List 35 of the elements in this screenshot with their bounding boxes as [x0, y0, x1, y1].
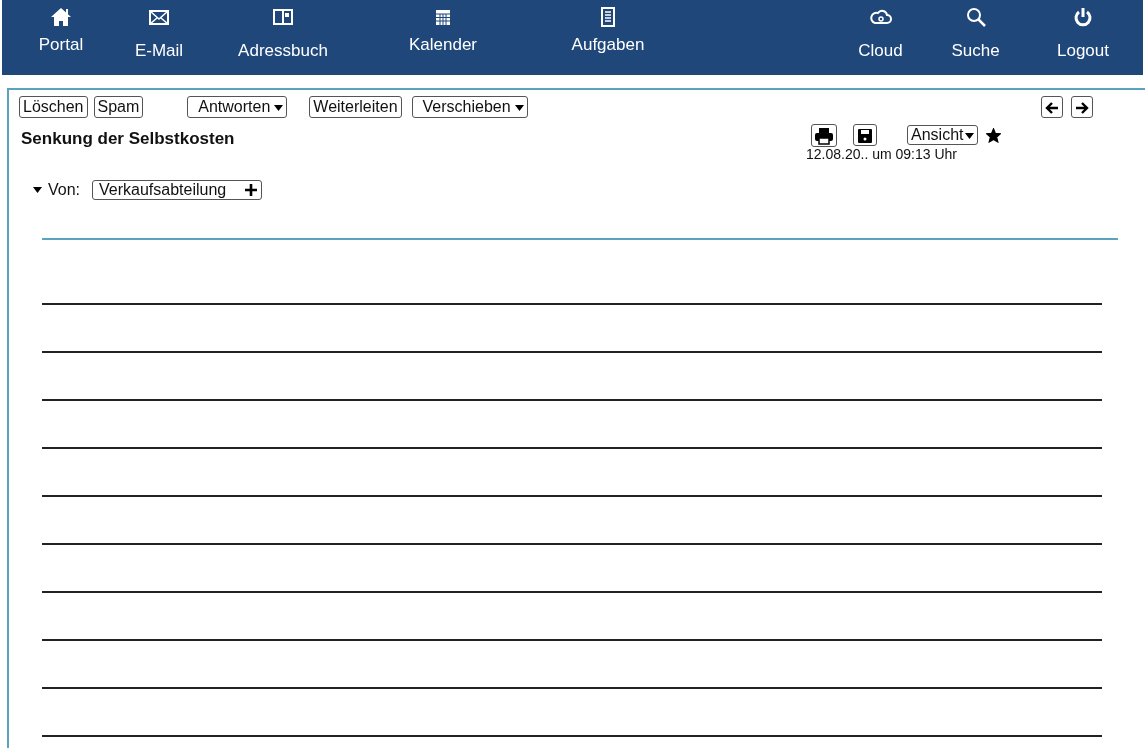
nav-link[interactable]: E-Mail [120, 0, 198, 75]
toolbar-button[interactable]: Weiterleiten [309, 96, 402, 118]
from-label: Von: [48, 179, 81, 200]
sender-button[interactable]: Verkaufsabteilung [92, 179, 263, 200]
star-icon[interactable] [986, 127, 1002, 143]
power-icon [1072, 6, 1094, 28]
dropdown-button[interactable]: Verschieben [411, 96, 528, 118]
print-button[interactable] [811, 124, 837, 147]
collapse-toggle[interactable] [33, 186, 42, 193]
dropdown-button[interactable]: Antworten [187, 96, 288, 118]
message-date: 12.08.20.. um 09:13 Uhr [805, 146, 958, 162]
nav-link[interactable]: Suche [928, 0, 1023, 75]
caret-icon [514, 104, 524, 111]
nav-link[interactable]: Adressbuch [198, 0, 368, 75]
caret-icon [965, 133, 975, 140]
caret-icon [274, 104, 284, 111]
nav-link[interactable]: Logout [1023, 0, 1143, 75]
previous-button[interactable] [1041, 96, 1063, 118]
message-subject: Senkung der Selbstkosten [21, 128, 236, 150]
toolbar-button[interactable]: Spam [93, 96, 144, 118]
search-icon [964, 6, 987, 28]
right-arrow-icon [1075, 100, 1089, 115]
nav-link[interactable]: Portal [2, 0, 120, 75]
printer-icon [814, 126, 834, 145]
view-dropdown[interactable]: Ansicht [907, 125, 979, 146]
home-icon [50, 6, 72, 28]
nav-link[interactable]: Kalender [368, 0, 518, 75]
plus-icon [244, 182, 259, 197]
book-icon [272, 6, 294, 28]
left-arrow-icon [1045, 100, 1059, 115]
nav-link[interactable]: Aufgaben [518, 0, 698, 75]
next-button[interactable] [1071, 96, 1093, 118]
toolbar-button[interactable]: Löschen [19, 96, 88, 118]
save-button[interactable] [853, 124, 877, 147]
nav-link[interactable]: Cloud [833, 0, 928, 75]
